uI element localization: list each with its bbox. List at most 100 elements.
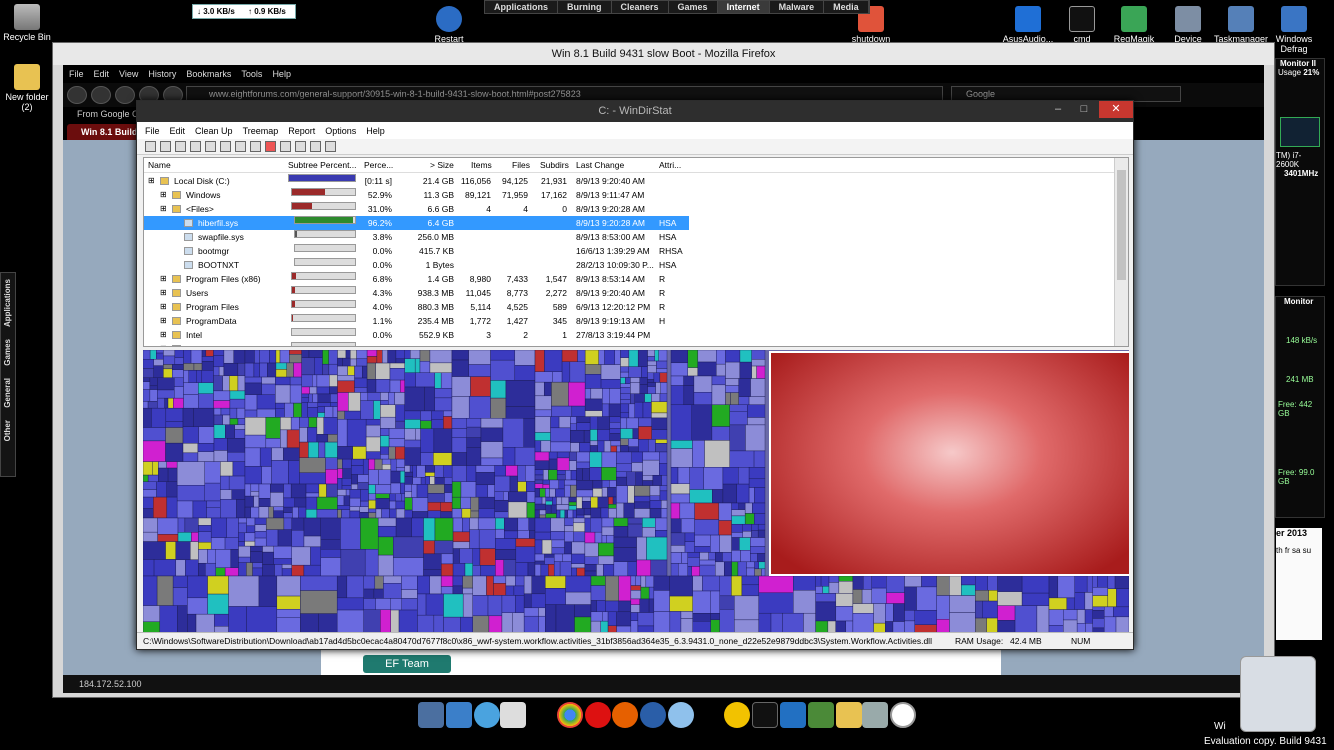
wds-menu-help[interactable]: Help <box>366 126 385 136</box>
tree-icon[interactable] <box>808 702 834 728</box>
network-icon[interactable] <box>446 702 472 728</box>
column-files[interactable]: Files <box>512 158 530 172</box>
side-tab-applications[interactable]: Applications <box>1 273 14 333</box>
list-scrollbar[interactable] <box>1114 158 1128 346</box>
menu-history[interactable]: History <box>148 69 176 79</box>
side-tab-general[interactable]: General <box>1 372 14 414</box>
expand-toggle[interactable]: ⊞ <box>160 328 167 342</box>
list-item[interactable]: ⊞$Recycle.Bin0.0%120 Bytes3127/9/13 9:24… <box>144 342 1114 346</box>
menu-edit[interactable]: Edit <box>94 69 110 79</box>
explorer-icon[interactable] <box>205 141 216 152</box>
terminal-icon[interactable] <box>752 702 778 728</box>
opera-icon[interactable] <box>585 702 611 728</box>
ie-icon[interactable] <box>474 702 500 728</box>
expand-toggle[interactable]: ⊞ <box>160 300 167 314</box>
open-icon[interactable] <box>145 141 156 152</box>
list-item[interactable]: BOOTNXT 0.0% 1 Bytes 28/2/13 10:09:30 P... H… <box>144 258 1114 272</box>
restart-icon[interactable]: Restart <box>417 6 481 44</box>
refresh-icon[interactable] <box>235 141 246 152</box>
back-button[interactable] <box>67 86 87 104</box>
expand-toggle[interactable]: ⊞ <box>160 202 167 216</box>
column-subtree[interactable]: Subtree Percent... <box>288 158 357 172</box>
menu-file[interactable]: File <box>69 69 84 79</box>
list-item[interactable]: ⊞ Local Disk (C:) [0:11 s] 21.4 GB 116,056 94… <box>144 174 1114 188</box>
wds-menu-edit[interactable]: Edit <box>170 126 186 136</box>
list-item[interactable]: ⊞ ProgramData 1.1% 235.4 MB 1,772 1,427 345 8/9… <box>144 314 1114 328</box>
expand-toggle[interactable]: ⊞ <box>148 174 155 188</box>
list-item[interactable]: ⊞ Program Files (x86) 6.8% 1.4 GB 8,980 7,433… <box>144 272 1114 286</box>
recycle-icon[interactable] <box>250 141 261 152</box>
side-tab-games[interactable]: Games <box>1 333 14 372</box>
folder-icon[interactable] <box>836 702 862 728</box>
close-button[interactable]: ✕ <box>1099 101 1133 118</box>
zoom-out-icon[interactable] <box>310 141 321 152</box>
treemap-selected-hiberfil[interactable] <box>769 351 1129 576</box>
documents-icon[interactable] <box>500 702 526 728</box>
list-item[interactable]: ⊞ Intel 0.0% 552.9 KB 3 2 1 27/8/13 3:19:44 PM <box>144 328 1114 342</box>
column-attributes[interactable]: Attri... <box>659 158 681 172</box>
list-item[interactable]: bootmgr 0.0% 415.7 KB 16/6/13 1:39:29 AM RHS… <box>144 244 1114 258</box>
firefox-icon[interactable] <box>612 702 638 728</box>
thunderbird-icon[interactable] <box>640 702 666 728</box>
recycle-bin-icon[interactable]: Recycle Bin <box>0 4 59 42</box>
wds-menu-options[interactable]: Options <box>325 126 356 136</box>
wds-menu-file[interactable]: File <box>145 126 160 136</box>
play-icon[interactable] <box>175 141 186 152</box>
help-icon[interactable] <box>325 141 336 152</box>
trash-icon[interactable] <box>862 702 888 728</box>
menu-bookmarks[interactable]: Bookmarks <box>186 69 231 79</box>
menu-tools[interactable]: Tools <box>241 69 262 79</box>
tab-applications[interactable]: Applications <box>485 1 559 13</box>
list-item[interactable]: swapfile.sys 3.8% 256.0 MB 8/9/13 8:53:00 A… <box>144 230 1114 244</box>
tab-games[interactable]: Games <box>669 1 718 13</box>
forward-button[interactable] <box>91 86 111 104</box>
clock-icon[interactable] <box>890 702 916 728</box>
list-item[interactable]: ⊞ <Files> 31.0% 6.6 GB 4 4 0 8/9/13 9:20:28 AM <box>144 202 1114 216</box>
wds-menu-treemap[interactable]: Treemap <box>243 126 279 136</box>
list-item[interactable]: ⊞ Users 4.3% 938.3 MB 11,045 8,773 2,272 8/9/13… <box>144 286 1114 300</box>
pale-moon-icon[interactable] <box>668 702 694 728</box>
column-subdirs[interactable]: Subdirs <box>540 158 569 172</box>
list-item[interactable]: ⊞ Program Files 4.0% 880.3 MB 5,114 4,525 589 6… <box>144 300 1114 314</box>
column-name[interactable]: Name <box>148 158 171 172</box>
list-item[interactable]: ⊞ Windows 52.9% 11.3 GB 89,121 71,959 17,162 8/… <box>144 188 1114 202</box>
delete-icon[interactable] <box>265 141 276 152</box>
list-item[interactable]: hiberfil.sys 96.2% 6.4 GB 8/9/13 9:20:28 AM… <box>144 216 689 230</box>
tab-internet[interactable]: Internet <box>717 1 770 13</box>
monitor-icon[interactable] <box>780 702 806 728</box>
reload-button[interactable] <box>115 86 135 104</box>
menu-help[interactable]: Help <box>272 69 291 79</box>
new-folder-icon[interactable]: New folder (2) <box>0 64 59 112</box>
expand-toggle[interactable]: ⊞ <box>160 314 167 328</box>
properties-icon[interactable] <box>280 141 291 152</box>
directory-list[interactable]: Name Subtree Percent... Perce... > Size … <box>143 157 1129 347</box>
tab-burning[interactable]: Burning <box>558 1 612 13</box>
column-percent[interactable]: Perce... <box>364 158 393 172</box>
column-last-change[interactable]: Last Change <box>576 158 624 172</box>
expand-toggle[interactable]: ⊞ <box>160 286 167 300</box>
treemap[interactable] <box>143 350 1129 633</box>
scroll-thumb[interactable] <box>1117 170 1126 280</box>
refresh-all-icon[interactable] <box>160 141 171 152</box>
expand-toggle[interactable]: ⊞ <box>160 272 167 286</box>
weather-icon[interactable] <box>724 702 750 728</box>
display-icon[interactable] <box>418 702 444 728</box>
tab-cleaners[interactable]: Cleaners <box>612 1 669 13</box>
browser-tab[interactable]: Win 8.1 Build <box>67 124 139 140</box>
tab-malware[interactable]: Malware <box>770 1 825 13</box>
copy-path-icon[interactable] <box>190 141 201 152</box>
maximize-button[interactable]: □ <box>1071 101 1097 118</box>
expand-toggle[interactable]: ⊞ <box>160 188 167 202</box>
expand-toggle[interactable]: ⊞ <box>160 342 167 346</box>
minimize-button[interactable]: – <box>1045 101 1071 118</box>
tab-media[interactable]: Media <box>824 1 869 13</box>
wds-menu-cleanup[interactable]: Clean Up <box>195 126 233 136</box>
menu-view[interactable]: View <box>119 69 138 79</box>
column-items[interactable]: Items <box>471 158 492 172</box>
ef-team-badge[interactable]: EF Team <box>363 655 451 673</box>
side-tab-other[interactable]: Other <box>1 414 14 447</box>
cmd-prompt-icon[interactable] <box>220 141 231 152</box>
wds-menu-report[interactable]: Report <box>288 126 315 136</box>
zoom-in-icon[interactable] <box>295 141 306 152</box>
column-size[interactable]: > Size <box>430 158 454 172</box>
